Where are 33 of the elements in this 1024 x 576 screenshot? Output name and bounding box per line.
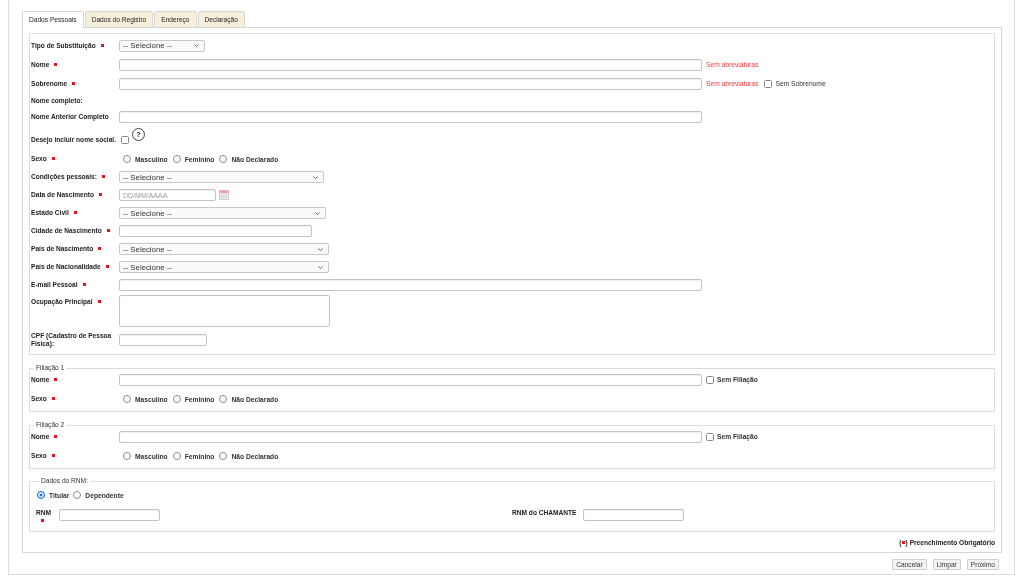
calendar-icon[interactable] [219,190,229,200]
text-field[interactable] [119,77,702,90]
checkbox[interactable] [121,136,129,144]
text-field[interactable] [119,225,312,237]
radio-button[interactable] [219,395,228,403]
textarea-field[interactable] [119,295,330,327]
text-field[interactable] [119,430,702,443]
chevron-down-icon [318,265,323,269]
radio-button[interactable] [37,491,45,499]
text-field[interactable] [119,373,702,386]
text-field[interactable] [119,58,702,71]
chevron-down-icon [194,44,199,47]
chevron-down-icon [318,247,323,251]
radio-button[interactable] [123,395,131,403]
radio-button[interactable] [123,155,131,163]
radio-button[interactable] [219,155,228,163]
checkbox[interactable] [706,375,714,384]
text-field[interactable] [583,509,684,521]
text-field[interactable] [119,334,207,346]
checkbox[interactable] [764,79,773,88]
chevron-down-icon [315,211,320,215]
required-marker-icon [901,540,905,544]
radio-button[interactable] [123,452,131,460]
checkbox[interactable] [706,432,714,441]
radio-button[interactable] [172,155,181,163]
text-field[interactable] [59,509,160,521]
radio-button[interactable] [73,491,82,499]
radio-button[interactable] [219,452,228,460]
radio-button[interactable] [172,395,181,403]
radio-button[interactable] [172,452,181,460]
chevron-down-icon [313,175,318,179]
text-field[interactable] [119,279,702,291]
text-field[interactable] [119,111,702,123]
